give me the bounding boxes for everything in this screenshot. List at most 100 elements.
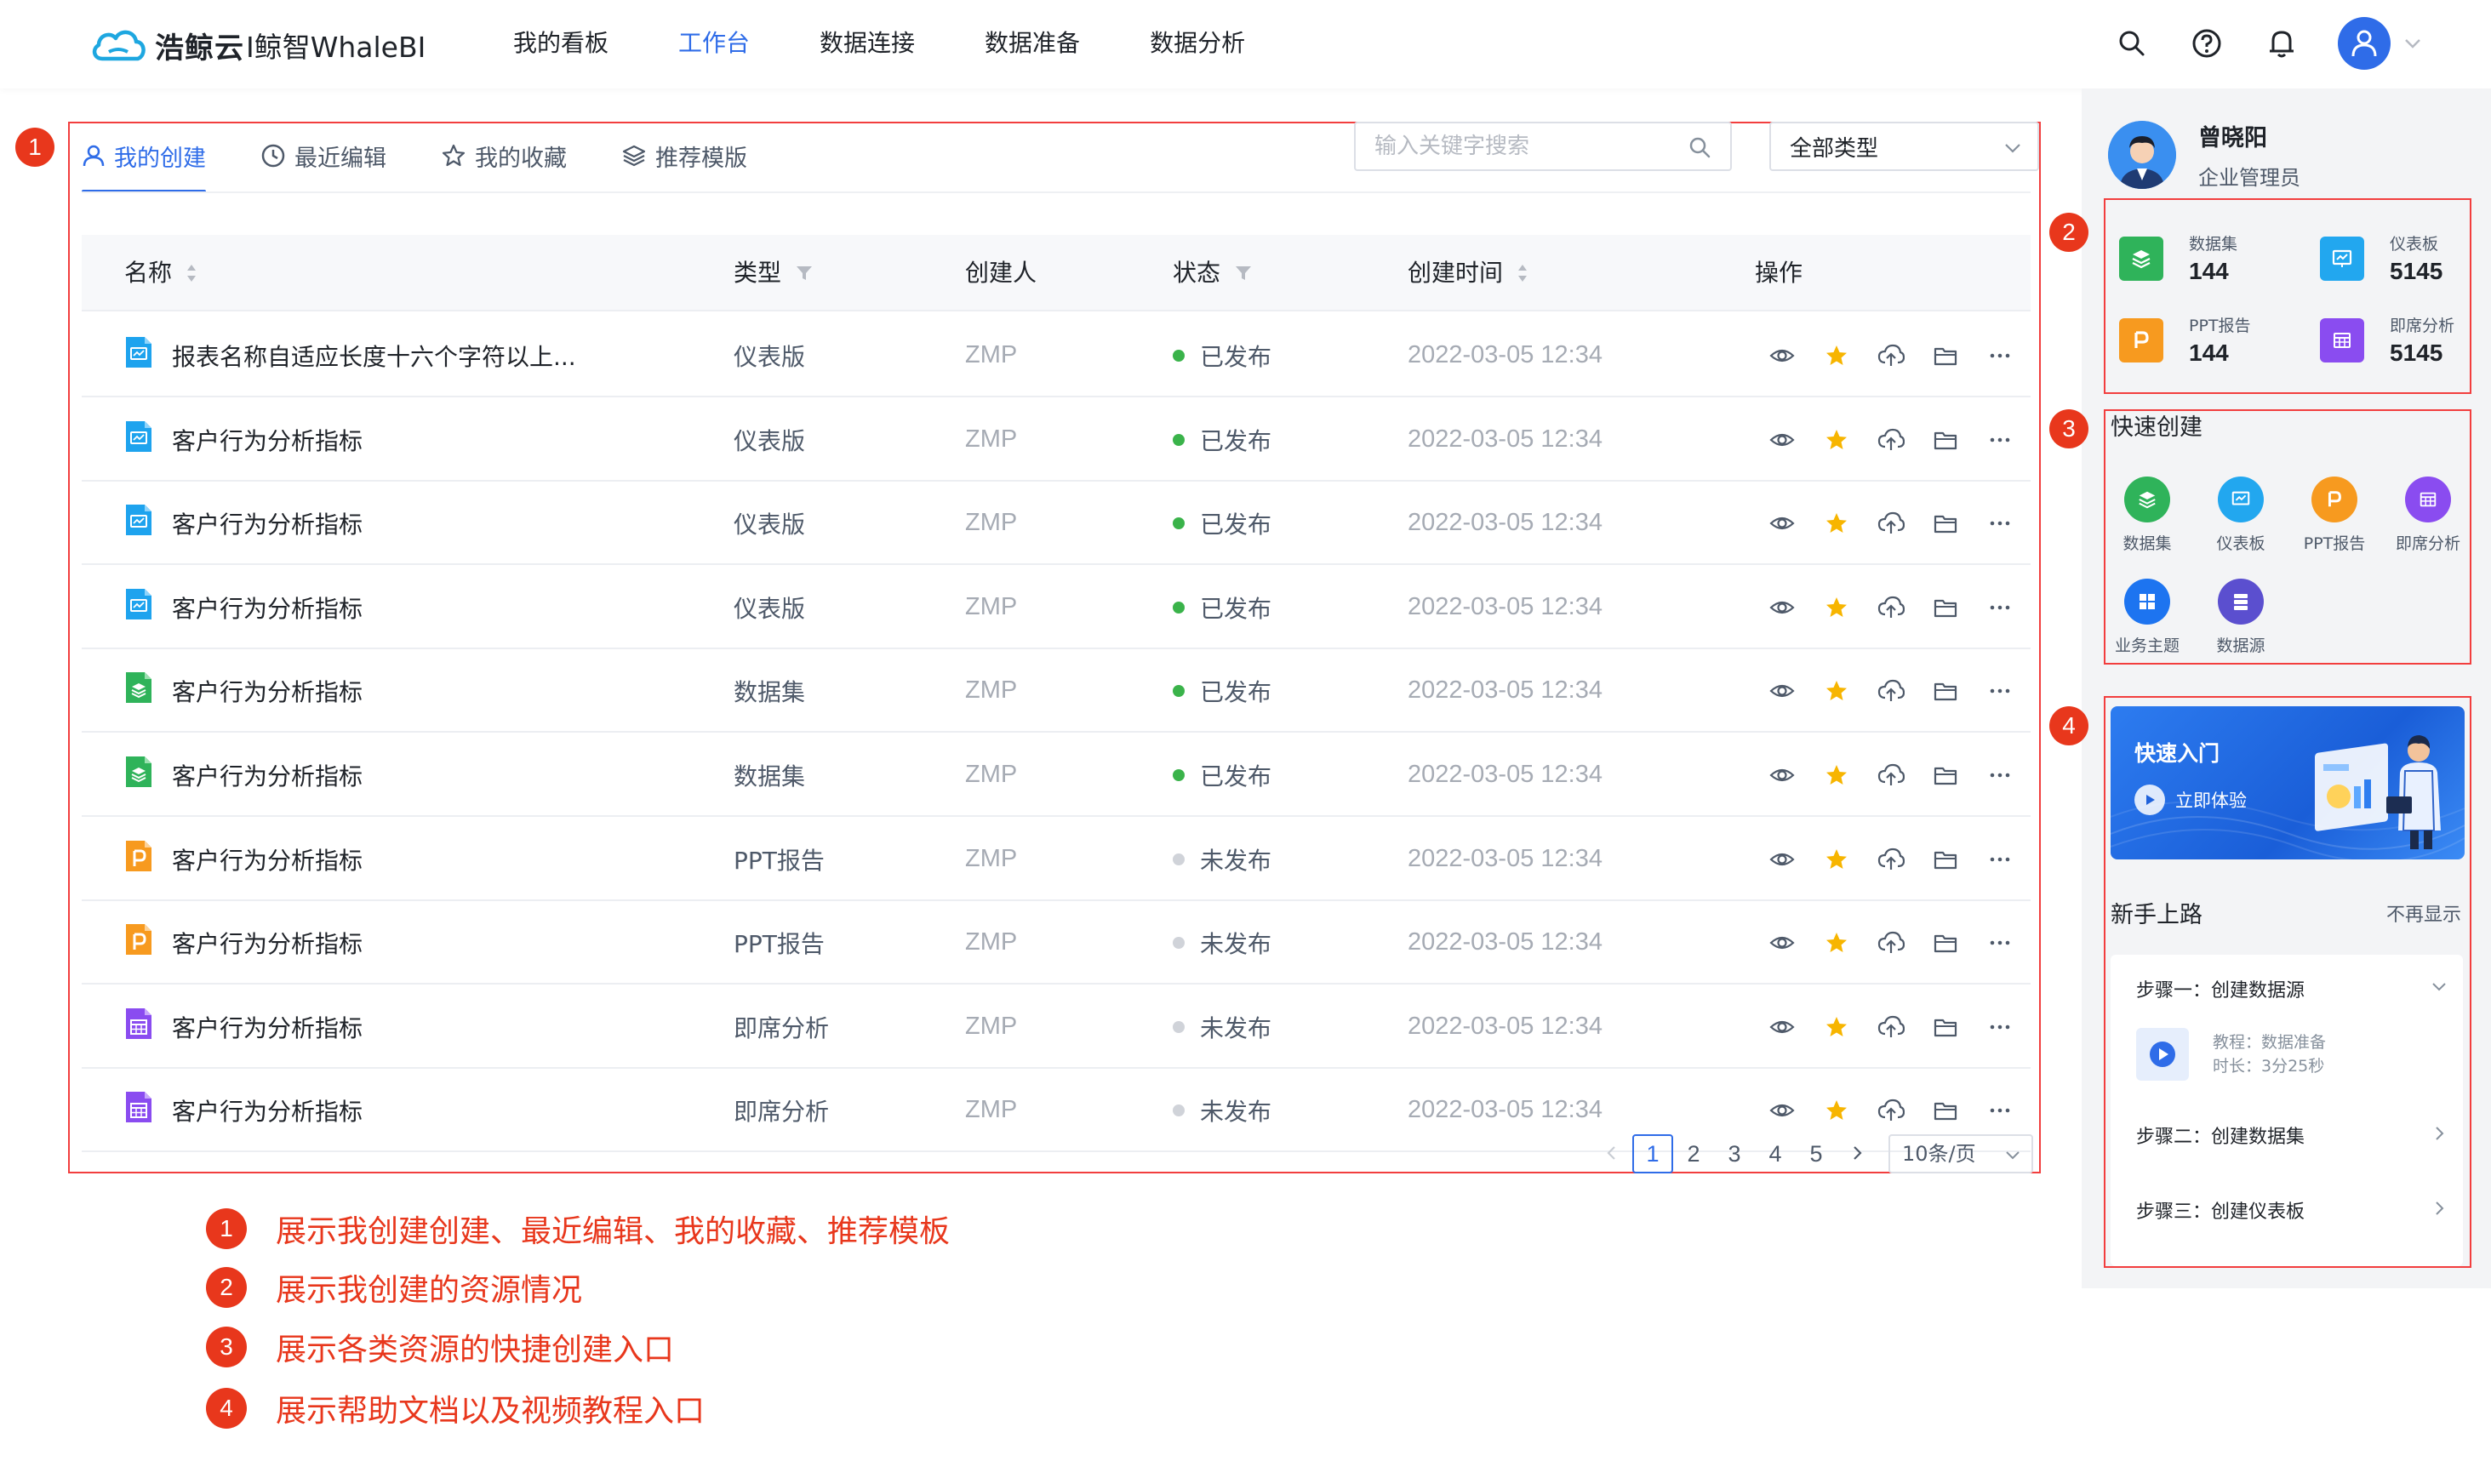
user-avatar[interactable] (2338, 17, 2391, 70)
logo[interactable]: 浩鲸云 I鲸智WhaleBI (90, 24, 426, 66)
table-row[interactable]: 客户行为分析指标 数据集 ZMP 已发布 2022-03-05 12:34 (82, 648, 2031, 733)
folder-icon[interactable] (1918, 817, 1973, 901)
cell-name[interactable]: 客户行为分析指标 (124, 565, 363, 649)
folder-icon[interactable] (1918, 985, 1973, 1069)
star-icon[interactable] (1809, 397, 1864, 482)
more-icon[interactable] (1973, 817, 2027, 901)
filter-icon[interactable] (1234, 264, 1253, 283)
quick-create-dataset[interactable]: 数据集 (2105, 477, 2190, 554)
folder-icon[interactable] (1918, 900, 1973, 985)
cloud-upload-icon[interactable] (1864, 900, 1918, 985)
more-icon[interactable] (1973, 985, 2027, 1069)
folder-icon[interactable] (1918, 648, 1973, 733)
folder-icon[interactable] (1918, 733, 1973, 817)
page-1[interactable]: 1 (1632, 1134, 1673, 1173)
cell-name[interactable]: 客户行为分析指标 (124, 817, 363, 901)
eye-icon[interactable] (1755, 481, 1809, 565)
table-row[interactable]: 客户行为分析指标 即席分析 ZMP 未发布 2022-03-05 12:34 (82, 985, 2031, 1069)
sort-icon[interactable] (186, 263, 197, 283)
chevron-down-icon[interactable] (2402, 33, 2423, 54)
dont-show-again-link[interactable]: 不再显示 (2386, 899, 2461, 927)
star-icon[interactable] (1809, 648, 1864, 733)
cloud-upload-icon[interactable] (1864, 817, 1918, 901)
folder-icon[interactable] (1918, 565, 1973, 649)
tutorial-video[interactable]: 教程：数据准备 时长：3分25秒 (2136, 1028, 2326, 1081)
nav-data-preparation[interactable]: 数据准备 (985, 24, 1080, 63)
cloud-upload-icon[interactable] (1864, 733, 1918, 817)
cloud-upload-icon[interactable] (1864, 565, 1918, 649)
more-icon[interactable] (1973, 481, 2027, 565)
tab-recent-edits[interactable]: 最近编辑 (260, 132, 386, 180)
column-name[interactable]: 名称 (124, 235, 197, 311)
quick-create-ppt-report[interactable]: PPT报告 (2292, 477, 2377, 554)
cloud-upload-icon[interactable] (1864, 397, 1918, 482)
more-icon[interactable] (1973, 397, 2027, 482)
search-icon[interactable] (2113, 25, 2151, 62)
type-filter-select[interactable]: 全部类型 (1769, 122, 2039, 171)
cell-name[interactable]: 报表名称自适应长度十六个字符以上... (124, 313, 576, 397)
table-row[interactable]: 客户行为分析指标 PPT报告 ZMP 未发布 2022-03-05 12:34 (82, 817, 2031, 901)
page-5[interactable]: 5 (1796, 1141, 1837, 1167)
tab-favorites[interactable]: 我的收藏 (441, 132, 567, 180)
table-row[interactable]: 报表名称自适应长度十六个字符以上... 仪表版 ZMP 已发布 2022-03-05 1… (82, 313, 2031, 397)
eye-icon[interactable] (1755, 817, 1809, 901)
table-row[interactable]: 客户行为分析指标 仪表版 ZMP 已发布 2022-03-05 12:34 (82, 397, 2031, 482)
table-row[interactable]: 客户行为分析指标 数据集 ZMP 已发布 2022-03-05 12:34 (82, 733, 2031, 817)
table-row[interactable]: 客户行为分析指标 仪表版 ZMP 已发布 2022-03-05 12:34 (82, 481, 2031, 565)
prev-page-icon[interactable] (1591, 1141, 1632, 1167)
star-icon[interactable] (1809, 817, 1864, 901)
quick-start-banner[interactable]: 快速入门 立即体验 (2111, 706, 2465, 859)
help-icon[interactable] (2188, 25, 2225, 62)
page-3[interactable]: 3 (1714, 1141, 1755, 1167)
cell-name[interactable]: 客户行为分析指标 (124, 648, 363, 733)
eye-icon[interactable] (1755, 565, 1809, 649)
more-icon[interactable] (1973, 733, 2027, 817)
cell-name[interactable]: 客户行为分析指标 (124, 900, 363, 985)
eye-icon[interactable] (1755, 313, 1809, 397)
nav-my-boards[interactable]: 我的看板 (513, 24, 608, 63)
nav-data-analysis[interactable]: 数据分析 (1150, 24, 1245, 63)
cell-name[interactable]: 客户行为分析指标 (124, 985, 363, 1069)
quick-create-adhoc-analysis[interactable]: 即席分析 (2385, 477, 2471, 554)
cloud-upload-icon[interactable] (1864, 313, 1918, 397)
search-input[interactable] (1374, 134, 1664, 159)
chevron-right-icon[interactable] (2431, 1125, 2448, 1142)
table-row[interactable]: 客户行为分析指标 PPT报告 ZMP 未发布 2022-03-05 12:34 (82, 900, 2031, 985)
more-icon[interactable] (1973, 313, 2027, 397)
folder-icon[interactable] (1918, 397, 1973, 482)
quick-create-datasource[interactable]: 数据源 (2198, 579, 2283, 656)
page-size-select[interactable]: 10条/页 (1888, 1134, 2033, 1173)
chevron-down-icon[interactable] (2431, 979, 2448, 996)
star-icon[interactable] (1809, 565, 1864, 649)
stat-adhoc-analysis[interactable]: 即席分析 5145 (2320, 313, 2454, 367)
star-icon[interactable] (1809, 313, 1864, 397)
eye-icon[interactable] (1755, 648, 1809, 733)
more-icon[interactable] (1973, 900, 2027, 985)
step-2[interactable]: 步骤二：创建数据集 (2136, 1122, 2305, 1149)
stat-dashboards[interactable]: 仪表板 5145 (2320, 231, 2442, 285)
star-icon[interactable] (1809, 985, 1864, 1069)
step-1[interactable]: 步骤一：创建数据源 (2136, 975, 2305, 1002)
chevron-right-icon[interactable] (2431, 1200, 2448, 1217)
cell-name[interactable]: 客户行为分析指标 (124, 1068, 363, 1152)
table-row[interactable]: 客户行为分析指标 仪表版 ZMP 已发布 2022-03-05 12:34 (82, 565, 2031, 649)
cloud-upload-icon[interactable] (1864, 481, 1918, 565)
cloud-upload-icon[interactable] (1864, 985, 1918, 1069)
tab-my-created[interactable]: 我的创建 (82, 132, 206, 193)
star-icon[interactable] (1809, 733, 1864, 817)
search-icon[interactable] (1688, 135, 1711, 159)
folder-icon[interactable] (1918, 313, 1973, 397)
quick-create-business-topic[interactable]: 业务主题 (2105, 579, 2190, 656)
step-3[interactable]: 步骤三：创建仪表板 (2136, 1196, 2305, 1224)
page-2[interactable]: 2 (1673, 1141, 1714, 1167)
cell-name[interactable]: 客户行为分析指标 (124, 733, 363, 817)
cloud-upload-icon[interactable] (1864, 648, 1918, 733)
more-icon[interactable] (1973, 565, 2027, 649)
eye-icon[interactable] (1755, 900, 1809, 985)
cell-name[interactable]: 客户行为分析指标 (124, 397, 363, 482)
sort-icon[interactable] (1517, 263, 1528, 283)
try-now-button[interactable]: 立即体验 (2134, 785, 2247, 815)
page-4[interactable]: 4 (1755, 1141, 1796, 1167)
bell-icon[interactable] (2263, 25, 2300, 62)
eye-icon[interactable] (1755, 985, 1809, 1069)
